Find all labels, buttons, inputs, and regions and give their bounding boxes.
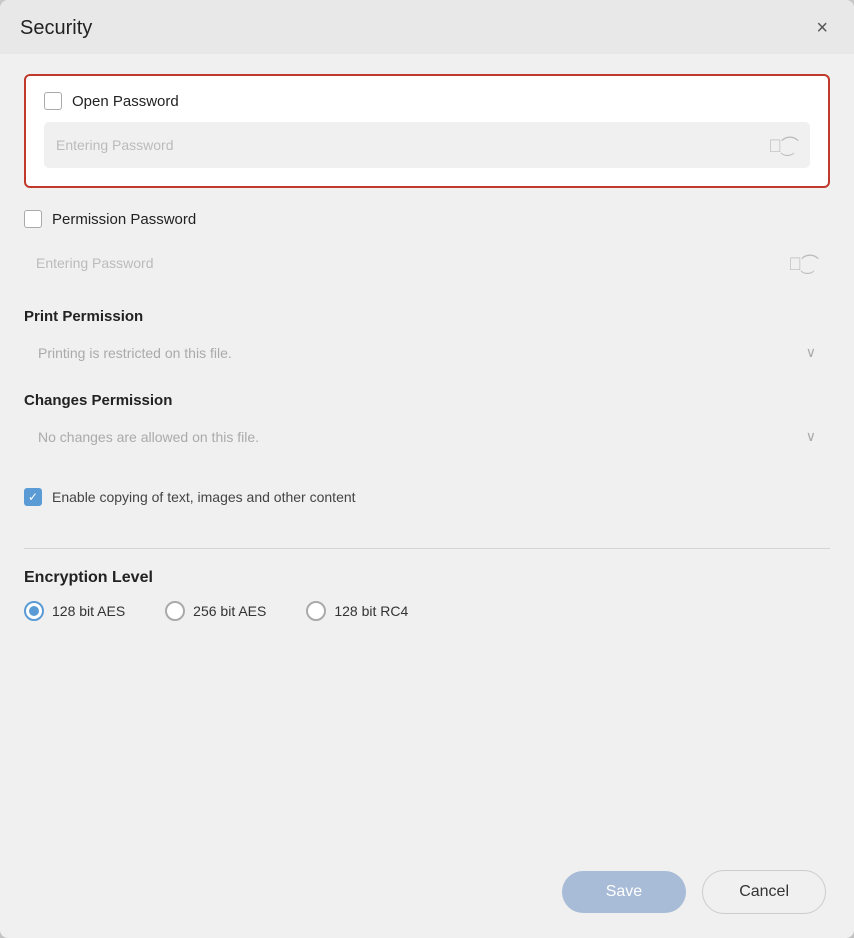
permission-password-label: Permission Password xyxy=(52,211,196,228)
open-password-checkbox-row: Open Password xyxy=(44,92,810,110)
save-button[interactable]: Save xyxy=(562,871,686,913)
divider xyxy=(24,548,830,549)
close-button[interactable]: × xyxy=(810,16,834,40)
print-permission-chevron-icon: ∨ xyxy=(806,344,816,361)
open-password-placeholder: Entering Password xyxy=(56,137,761,153)
radio-128-rc4-label: 128 bit RC4 xyxy=(334,603,408,619)
encryption-radio-group: 128 bit AES 256 bit AES 128 bit RC4 xyxy=(24,601,830,621)
radio-128-rc4[interactable]: 128 bit RC4 xyxy=(306,601,408,621)
permission-password-placeholder: Entering Password xyxy=(36,255,781,271)
radio-256-aes-label: 256 bit AES xyxy=(193,603,266,619)
radio-128-rc4-circle[interactable] xyxy=(306,601,326,621)
dialog-footer: Save Cancel xyxy=(0,854,854,938)
changes-permission-chevron-icon: ∨ xyxy=(806,428,816,445)
radio-256-aes[interactable]: 256 bit AES xyxy=(165,601,266,621)
radio-128-aes[interactable]: 128 bit AES xyxy=(24,601,125,621)
print-permission-label: Print Permission xyxy=(24,308,830,325)
print-permission-dropdown[interactable]: Printing is restricted on this file. ∨ xyxy=(24,333,830,372)
changes-permission-label: Changes Permission xyxy=(24,392,830,409)
encryption-section: Encryption Level 128 bit AES 256 bit AES… xyxy=(24,569,830,621)
cancel-button[interactable]: Cancel xyxy=(702,870,826,914)
encryption-title: Encryption Level xyxy=(24,569,830,587)
changes-permission-section: Changes Permission No changes are allowe… xyxy=(24,388,830,472)
open-password-label: Open Password xyxy=(72,93,179,110)
copy-checkbox-row: Enable copying of text, images and other… xyxy=(24,488,830,506)
print-permission-section: Print Permission Printing is restricted … xyxy=(24,304,830,388)
dialog-title: Security xyxy=(20,17,92,40)
copy-checkbox[interactable] xyxy=(24,488,42,506)
changes-permission-value: No changes are allowed on this file. xyxy=(38,429,806,445)
permission-password-eye-icon[interactable]: ⌒͜⌒ xyxy=(789,250,819,276)
open-password-input-row[interactable]: Entering Password ⌒͜⌒ xyxy=(44,122,810,168)
permission-password-input-row[interactable]: Entering Password ⌒͜⌒ xyxy=(24,240,830,286)
radio-128-aes-label: 128 bit AES xyxy=(52,603,125,619)
dialog-body: Open Password Entering Password ⌒͜⌒ Perm… xyxy=(0,54,854,854)
copy-label: Enable copying of text, images and other… xyxy=(52,489,356,505)
permission-password-checkbox[interactable] xyxy=(24,210,42,228)
changes-permission-dropdown[interactable]: No changes are allowed on this file. ∨ xyxy=(24,417,830,456)
open-password-section: Open Password Entering Password ⌒͜⌒ xyxy=(24,74,830,188)
print-permission-value: Printing is restricted on this file. xyxy=(38,345,806,361)
open-password-eye-icon[interactable]: ⌒͜⌒ xyxy=(769,132,799,158)
permission-password-checkbox-row: Permission Password xyxy=(24,210,830,228)
security-dialog: Security × Open Password Entering Passwo… xyxy=(0,0,854,938)
radio-128-aes-circle[interactable] xyxy=(24,601,44,621)
dialog-header: Security × xyxy=(0,0,854,54)
permission-password-section: Permission Password Entering Password ⌒͜… xyxy=(24,210,830,286)
radio-256-aes-circle[interactable] xyxy=(165,601,185,621)
open-password-checkbox[interactable] xyxy=(44,92,62,110)
